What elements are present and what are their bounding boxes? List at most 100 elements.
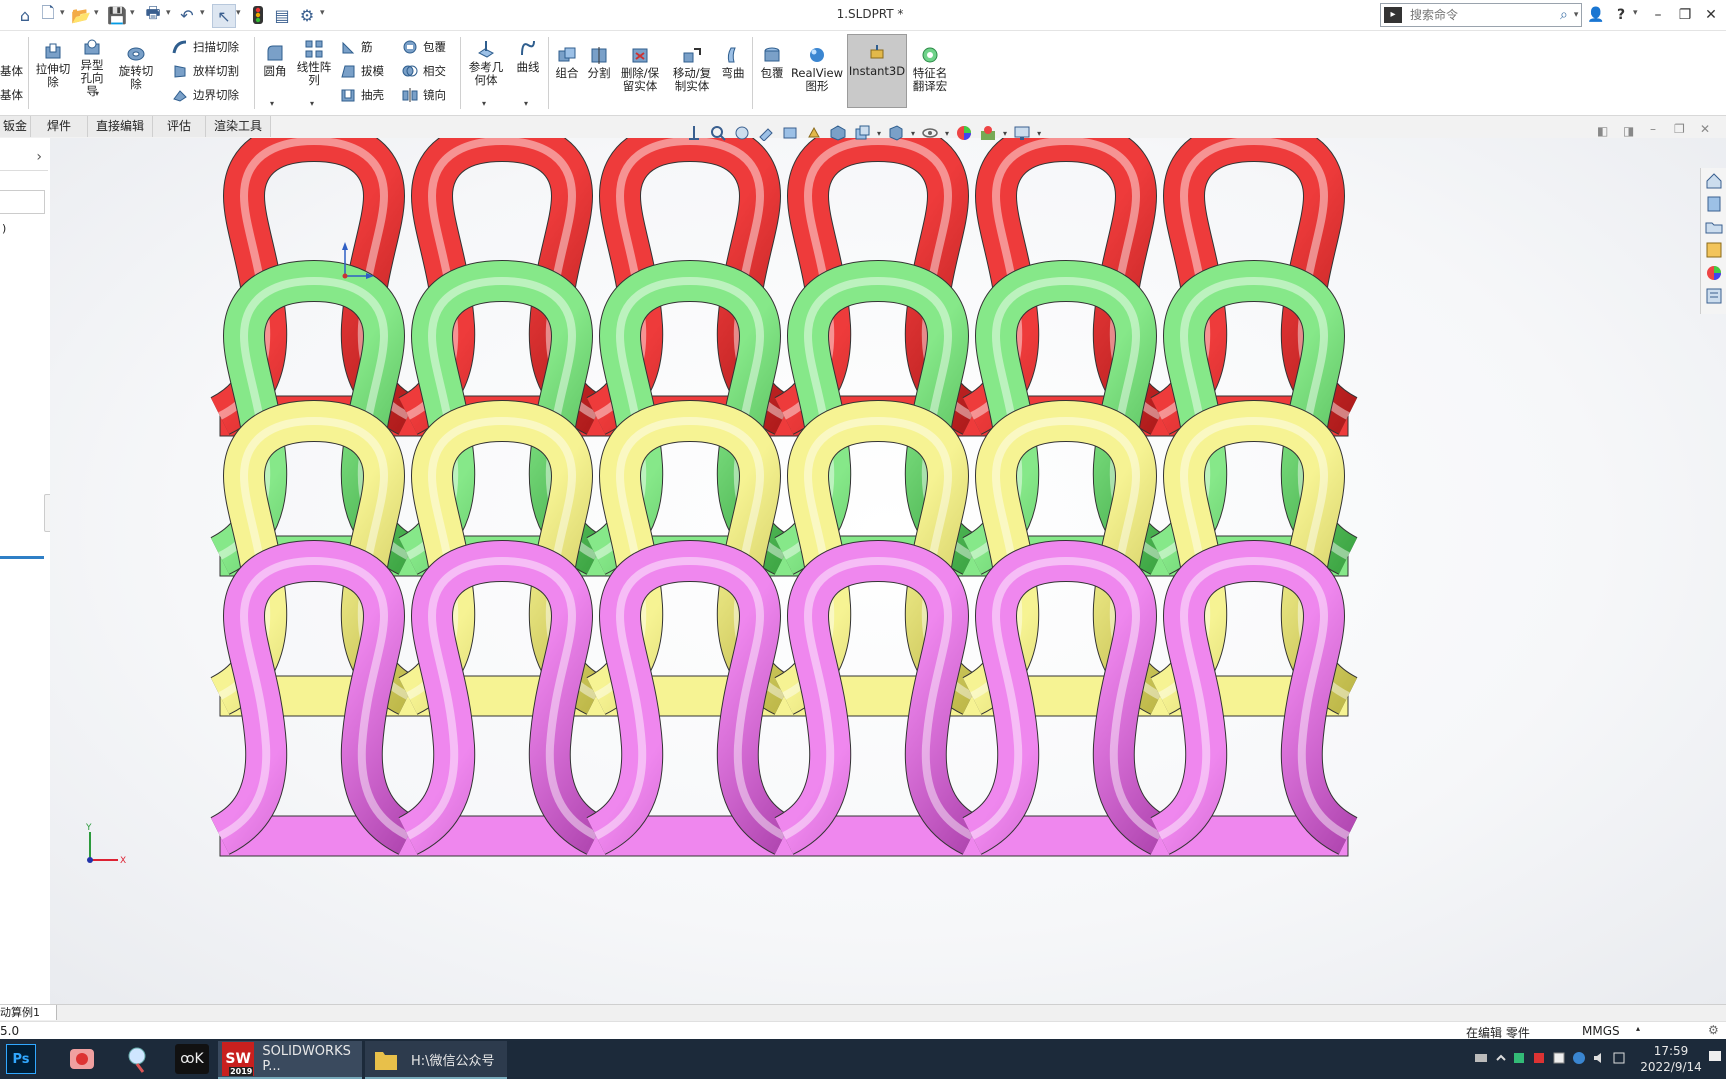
extrude-cut-button[interactable]: 拉伸切除 [32,41,74,89]
chevron-right-icon[interactable]: › [36,149,42,165]
curves-dropdown-icon[interactable]: ▾ [524,99,528,108]
custom-properties-icon[interactable] [1704,286,1724,306]
filter-field[interactable] [0,190,45,214]
tab-motion-study-1[interactable]: 动算例1 [0,1005,57,1020]
zoom-to-fit-icon[interactable] [685,124,703,142]
dynamic-annotation-icon[interactable] [781,124,799,142]
undo-icon[interactable]: ↶ [176,4,198,26]
graphics-area[interactable]: Y X [50,119,1726,1004]
close-icon[interactable]: ✕ [1700,4,1722,26]
hole-wizard-dropdown-icon[interactable]: ▾ [95,89,99,98]
units-selector[interactable]: MMGS [1582,1024,1620,1038]
new-document-icon[interactable]: 🗋 [38,3,58,26]
edit-appearance-icon[interactable] [955,124,973,142]
view-orientation-icon[interactable] [853,124,871,142]
tab-evaluate[interactable]: 评估 [153,116,206,137]
fillet-button[interactable]: 圆角 [260,43,290,78]
search-icon[interactable]: ⌕ [1560,7,1568,23]
section-view-icon[interactable] [757,124,775,142]
tray-keyboard-icon[interactable] [1474,1051,1488,1065]
feature-translate-macro-button[interactable]: 特征名翻译宏 [910,45,950,93]
help-button[interactable]: ? [1610,4,1632,26]
options-dropdown-icon[interactable]: ▾ [320,8,328,22]
rib-button[interactable]: 筋 [340,37,373,57]
open-dropdown-icon[interactable]: ▾ [94,8,102,22]
scene-dropdown-icon[interactable]: ▾ [1003,129,1007,138]
ok-app-icon[interactable]: ꝏK [172,1041,212,1077]
screen-recorder-app-icon[interactable] [62,1041,102,1077]
hole-wizard-button[interactable]: 异型孔向导 [74,37,110,98]
viewport-next-icon[interactable]: ◨ [1623,124,1634,138]
reference-geometry-button[interactable]: 参考几何体 [466,39,506,87]
view-orientation-dropdown-icon[interactable]: ▾ [877,129,881,138]
units-dropdown-icon[interactable]: ▴ [1636,1024,1640,1033]
rebuild-traffic-light-icon[interactable] [248,4,268,26]
tray-security-icon[interactable] [1532,1051,1546,1065]
move-copy-body-button[interactable]: 移动/复制实体 [670,45,714,93]
viewport-minimize-icon[interactable]: – [1650,122,1656,136]
search-input[interactable] [1408,7,1552,23]
fillet-dropdown-icon[interactable]: ▾ [270,99,274,108]
tray-chevron-icon[interactable] [1494,1051,1508,1065]
search-dropdown-icon[interactable]: ▾ [1574,10,1579,20]
tray-app-icon[interactable] [1552,1051,1566,1065]
view-palette-icon[interactable] [1704,240,1724,260]
taskbar-solidworks-button[interactable]: SW 2019 SOLIDWORKS P... [218,1041,362,1079]
solidworks-resources-icon[interactable] [1704,171,1724,191]
realview-graphics-button[interactable]: RealView图形 [790,45,844,93]
view-settings-icon[interactable] [1013,124,1031,142]
viewport-close-icon[interactable]: ✕ [1700,122,1710,136]
file-properties-icon[interactable]: ▤ [272,4,292,26]
help-dropdown-icon[interactable]: ▾ [1633,8,1641,22]
delete-keep-body-button[interactable]: 删除/保留实体 [618,45,662,93]
tab-sheet-metal[interactable]: 钣金 [0,116,31,137]
tray-volume-icon[interactable] [1592,1051,1606,1065]
save-dropdown-icon[interactable]: ▾ [130,8,138,22]
revolve-cut-button[interactable]: 旋转切除 [116,43,156,91]
display-style-icon[interactable] [887,124,905,142]
linear-pattern-button[interactable]: 线性阵列 [294,39,334,87]
tray-flag-icon[interactable] [1512,1051,1526,1065]
ribbon-item-boss-2[interactable]: 基体 [0,85,23,105]
options-gear-icon[interactable]: ⚙ [296,4,318,26]
tab-direct-editing[interactable]: 直接编辑 [88,116,153,137]
file-explorer-icon[interactable] [1704,217,1724,237]
apply-scene-icon[interactable] [979,124,997,142]
view-cube-icon[interactable] [829,124,847,142]
hide-show-dropdown-icon[interactable]: ▾ [945,129,949,138]
wrap-feature-button[interactable]: 包覆 [756,45,788,80]
view-settings-dropdown-icon[interactable]: ▾ [1037,129,1041,138]
ribbon-item-boss-1[interactable]: 基体 [0,61,23,81]
user-account-icon[interactable]: 👤 [1585,4,1607,26]
new-dropdown-icon[interactable]: ▾ [60,8,68,22]
view-selector-icon[interactable] [805,124,823,142]
curves-button[interactable]: 曲线 [512,39,544,74]
viewport-prev-icon[interactable]: ◧ [1597,124,1608,138]
ref-geometry-dropdown-icon[interactable]: ▾ [482,99,486,108]
viewport-restore-icon[interactable]: ❐ [1674,122,1685,136]
tab-weldments[interactable]: 焊件 [31,116,88,137]
zoom-to-area-icon[interactable] [709,124,727,142]
previous-view-icon[interactable] [733,124,751,142]
loft-cut-button[interactable]: 放样切割 [172,61,239,81]
draft-button[interactable]: 拔模 [340,61,384,81]
wrap-button[interactable]: 包覆 [402,37,446,57]
photoshop-app-icon[interactable]: Ps [4,1041,38,1077]
restore-icon[interactable]: ❐ [1674,4,1696,26]
sweep-cut-button[interactable]: 扫描切除 [172,37,239,57]
hide-show-items-icon[interactable] [921,124,939,142]
notifications-icon[interactable] [1708,1049,1722,1063]
undo-dropdown-icon[interactable]: ▾ [200,8,208,22]
pattern-dropdown-icon[interactable]: ▾ [310,99,314,108]
search-commands-box[interactable]: ▸ ⌕ ▾ [1380,3,1582,27]
combine-button[interactable]: 组合 [552,45,582,80]
print-icon[interactable]: 🖶 [142,3,164,26]
tray-ime-icon[interactable] [1612,1051,1626,1065]
intersect-button[interactable]: 相交 [402,61,446,81]
taskbar-folder-button[interactable]: H:\微信公众号 [365,1041,507,1079]
select-pointer-icon[interactable]: ↖ [212,4,236,28]
paint-app-icon[interactable] [118,1041,158,1077]
taskbar-clock[interactable]: 17:59 2022/9/14 [1640,1043,1702,1075]
tray-network-icon[interactable] [1572,1051,1586,1065]
display-style-dropdown-icon[interactable]: ▾ [911,129,915,138]
